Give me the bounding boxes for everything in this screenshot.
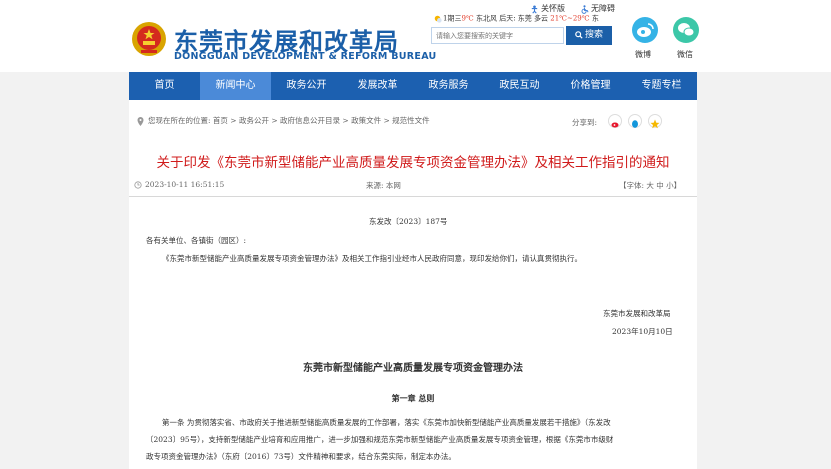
search-button-label: 搜索: [584, 30, 603, 40]
body-paragraph-1: 《东莞市新型储能产业高质量发展专项资金管理办法》及相关工作指引业经市人民政府同意…: [162, 254, 582, 263]
weather-info: 1期三9℃ 东北风 后天: 东莞 多云 21℃~29℃ 东: [432, 13, 599, 24]
publish-date: 2023-10-11 16:51:15: [134, 180, 224, 189]
weibo-icon: [611, 122, 619, 128]
nav-news-center[interactable]: 新闻中心: [200, 72, 271, 100]
nav-gov-services[interactable]: 政务服务: [413, 72, 484, 100]
nav-special-topics[interactable]: 专题专栏: [626, 72, 697, 100]
wechat-button[interactable]: [673, 17, 699, 43]
article-1-line-3: 政专项资金管理办法》（东府〔2016〕73号）文件精神和要求，结合东莞实际，制定…: [146, 452, 456, 461]
weather-temp: 9℃: [461, 14, 474, 23]
weibo-button[interactable]: [632, 17, 658, 43]
publish-date-text: 2023-10-11 16:51:15: [145, 180, 225, 189]
location-pin-icon: [137, 116, 144, 126]
qzone-star-icon: [650, 119, 660, 129]
clock-icon: [134, 181, 142, 189]
breadcrumb: 您现在所在的位置: 首页 > 政务公开 > 政府信息公开目录 > 政策文件 > …: [137, 115, 430, 126]
nav-interaction[interactable]: 政民互动: [484, 72, 555, 100]
article-panel: 您现在所在的位置: 首页 > 政务公开 > 政府信息公开目录 > 政策文件 > …: [129, 100, 697, 469]
meta-divider: [129, 196, 697, 197]
article-source: 来源: 本网: [366, 181, 401, 190]
article-title: 关于印发《东莞市新型储能产业高质量发展专项资金管理办法》及相关工作指引的通知: [156, 155, 670, 171]
main-nav: 首页 新闻中心 政务公开 发展改革 政务服务 政民互动 价格管理 专题专栏: [129, 72, 697, 100]
weather-sun-icon: [434, 15, 442, 23]
article-1-line-1: 第一条 为贯彻落实省、市政府关于推进新型储能高质量发展的工作部署，落实《东莞市加…: [162, 418, 611, 427]
salutation: 各有关单位、各镇街（园区）:: [146, 236, 247, 245]
regulation-title: 东莞市新型储能产业高质量发展专项资金管理办法: [303, 363, 523, 374]
qq-icon: [632, 120, 638, 128]
nav-home[interactable]: 首页: [129, 72, 200, 100]
wechat-icon: [678, 23, 695, 37]
weather-desc: 东北风 后天: 东莞 多云: [473, 14, 551, 23]
weather-range: 21℃~29℃: [550, 14, 590, 23]
chapter-heading: 第一章 总则: [391, 393, 435, 403]
search-input[interactable]: [431, 27, 564, 44]
doc-number: 东发改〔2023〕187号: [369, 217, 448, 226]
search-icon: [575, 30, 583, 39]
elder-mode-label: 关怀版: [541, 4, 565, 13]
weibo-label: 微博: [635, 50, 651, 59]
wechat-label: 微信: [677, 50, 693, 59]
site-header: 东莞市发展和改革局 DONGGUAN DEVELOPMENT & REFORM …: [0, 0, 831, 72]
site-logo-subtitle: DONGGUAN DEVELOPMENT & REFORM BUREAU: [174, 51, 437, 62]
article-1-line-2: 〔2023〕95号），支持新型储能产业培育和应用推广，进一步加强和规范东莞市新型…: [146, 435, 614, 444]
weather-day: 1期三: [443, 14, 462, 23]
weibo-icon: [637, 23, 654, 37]
weather-tail: 东: [589, 14, 599, 23]
share-weibo-button[interactable]: [608, 114, 622, 128]
signature: 东莞市发展和改革局: [603, 309, 671, 318]
search-button[interactable]: 搜索: [566, 26, 612, 45]
national-emblem-icon: [132, 22, 166, 56]
share-qzone-button[interactable]: [648, 114, 662, 129]
sign-date: 2023年10月10日: [612, 327, 673, 336]
accessible-label: 无障碍: [591, 4, 615, 13]
nav-gov-affairs[interactable]: 政务公开: [271, 72, 342, 100]
nav-price-management[interactable]: 价格管理: [555, 72, 626, 100]
nav-development-reform[interactable]: 发展改革: [342, 72, 413, 100]
breadcrumb-text[interactable]: 您现在所在的位置: 首页 > 政务公开 > 政府信息公开目录 > 政策文件 > …: [148, 116, 430, 125]
share-qq-button[interactable]: [628, 114, 642, 128]
font-size-selector[interactable]: 【字体: 大 中 小】: [619, 180, 681, 191]
share-label: 分享到:: [572, 118, 598, 127]
